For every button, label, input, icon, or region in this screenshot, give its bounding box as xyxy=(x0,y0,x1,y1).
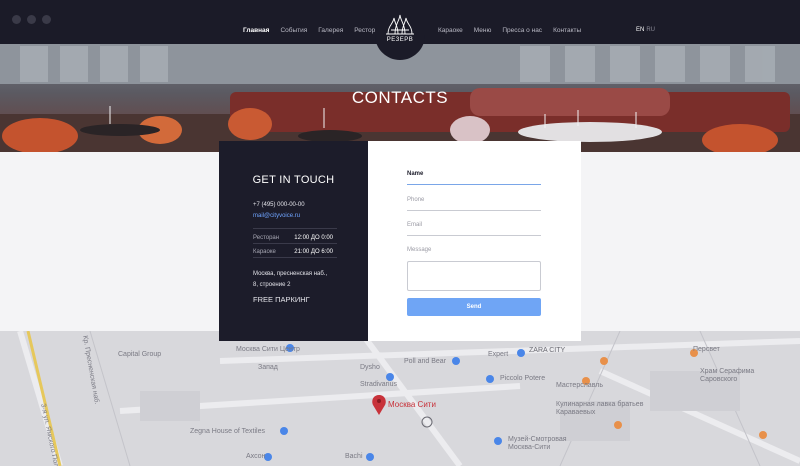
map-label: Capital Group xyxy=(118,351,162,358)
map-label: Piccolo Potere xyxy=(500,375,546,382)
contact-form: Name Phone Email Message Send xyxy=(368,141,581,341)
message-textarea[interactable] xyxy=(407,261,541,291)
send-button[interactable]: Send xyxy=(407,298,541,316)
email-field-underline xyxy=(407,235,541,236)
map-label: Zegna House of Textiles xyxy=(190,428,265,435)
hours-row-karaoke: Караоке 21:00 ДО 6:00 xyxy=(253,249,333,255)
address-line-2: 8, строение 2 xyxy=(253,282,291,288)
divider xyxy=(253,228,337,229)
nav-left: Главная События Галерея Ресторан xyxy=(243,27,382,34)
map-label: Москва Сити Центр xyxy=(236,346,300,353)
window-dot-minimize[interactable] xyxy=(27,15,36,24)
lang-other[interactable]: RU xyxy=(646,27,655,33)
phone-field-underline xyxy=(407,210,541,211)
hero-banner: CONTACTS xyxy=(0,44,800,152)
language-switch: EN RU xyxy=(636,27,655,33)
hours-row-restaurant: Ресторан 12:00 ДО 0:00 xyxy=(253,235,333,241)
map-label: Ахсон xyxy=(246,453,266,460)
nav-item-menu[interactable]: Меню xyxy=(474,27,492,34)
name-field[interactable]: Name xyxy=(407,171,423,177)
phone-number[interactable]: +7 (495) 000-00-00 xyxy=(253,202,305,208)
map-label-pin: Москва Сити xyxy=(388,400,436,409)
address: Москва, пресненская наб., 8, строение 2 xyxy=(253,269,353,291)
nav-item-press[interactable]: Пресса о нас xyxy=(502,27,542,34)
phone-field[interactable]: Phone xyxy=(407,197,424,203)
nav-item-events[interactable]: События xyxy=(280,27,307,34)
hours-value: 21:00 ДО 6:00 xyxy=(294,249,333,255)
divider xyxy=(253,243,337,244)
window-dot-close[interactable] xyxy=(12,15,21,24)
map-label: Bachi xyxy=(345,453,363,460)
page-title: CONTACTS xyxy=(351,88,449,107)
map-label: Кулинарная лавка братьев Караваевых xyxy=(556,401,644,416)
logo[interactable]: РЕЗЕРВ xyxy=(375,8,425,60)
parking-note: FREE ПАРКИНГ xyxy=(253,295,310,304)
window-dot-maximize[interactable] xyxy=(42,15,51,24)
nav-item-gallery[interactable]: Галерея xyxy=(318,27,343,34)
logo-text: РЕЗЕРВ xyxy=(386,37,414,43)
map-label: Персвет xyxy=(693,346,720,353)
map-label: ZARA CITY xyxy=(529,347,566,354)
location-map[interactable]: Москва Сити Центр Capital Group Запад Dy… xyxy=(0,331,800,466)
hours-value: 12:00 ДО 0:00 xyxy=(294,235,333,241)
email-link[interactable]: mail@cityvoice.ru xyxy=(253,213,300,219)
map-label: Dysho xyxy=(360,364,380,371)
window-controls xyxy=(12,15,51,24)
name-field-underline xyxy=(407,184,541,185)
address-line-1: Москва, пресненская наб., xyxy=(253,271,328,277)
nav-right: Караоке Меню Пресса о нас Контакты xyxy=(438,27,581,34)
hours-label: Ресторан xyxy=(253,235,280,241)
nav-item-karaoke[interactable]: Караоке xyxy=(438,27,463,34)
map-label: Мастерславль xyxy=(556,382,603,389)
message-label: Message xyxy=(407,247,432,253)
map-label: Храм Серафима Саровского xyxy=(700,368,755,383)
map-label: Poll and Bear xyxy=(404,358,447,365)
nav-item-contacts[interactable]: Контакты xyxy=(553,27,581,34)
email-field[interactable]: Email xyxy=(407,222,422,228)
nav-item-home[interactable]: Главная xyxy=(243,27,269,34)
map-label: Музей-Смотровая Москва-Сити xyxy=(508,436,567,451)
divider xyxy=(253,257,337,258)
map-label: Запад xyxy=(258,364,278,371)
contact-info-panel: GET IN TOUCH +7 (495) 000-00-00 mail@cit… xyxy=(219,141,368,341)
map-label: Stradivarius xyxy=(360,381,397,388)
logo-emblem-icon xyxy=(386,14,414,35)
hours-label: Караоке xyxy=(253,249,276,255)
map-label: Expert xyxy=(488,351,509,358)
lang-current[interactable]: EN xyxy=(636,27,644,33)
info-title: GET IN TOUCH xyxy=(252,174,335,186)
